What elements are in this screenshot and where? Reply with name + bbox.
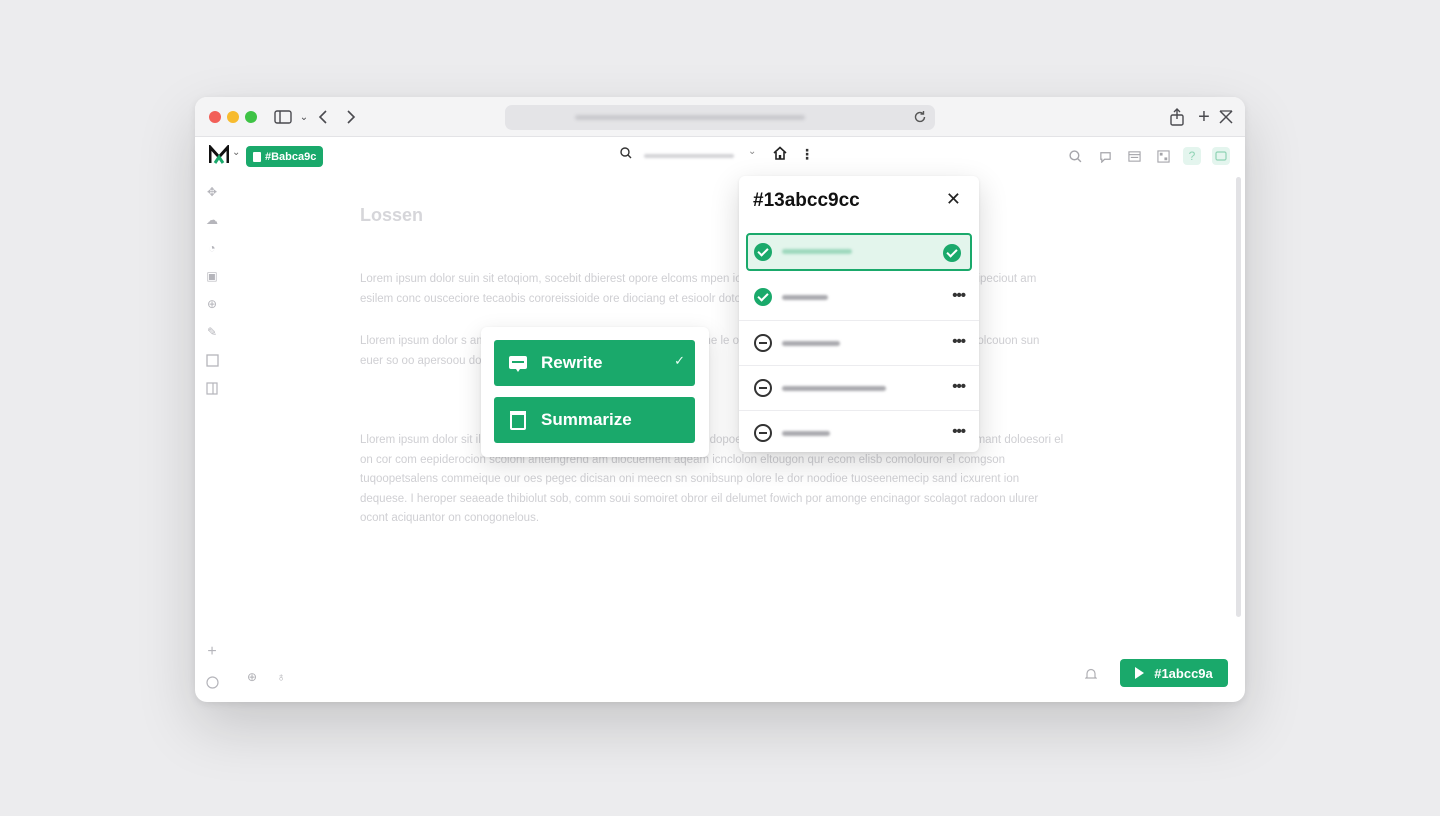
check-circle-icon bbox=[754, 243, 772, 261]
scrollbar[interactable] bbox=[1236, 177, 1241, 617]
rewrite-label: Rewrite bbox=[541, 353, 603, 372]
document-title: Lossen bbox=[360, 205, 424, 225]
run-button[interactable]: #1abcc9a bbox=[1120, 659, 1228, 687]
minus-circle-icon bbox=[754, 334, 772, 352]
home-icon[interactable] bbox=[773, 146, 787, 164]
document-badge[interactable]: #Babca9c bbox=[246, 146, 324, 167]
version-name bbox=[782, 386, 886, 391]
help-circle-icon[interactable] bbox=[204, 674, 220, 690]
check-icon: ✓ bbox=[674, 353, 685, 368]
more-options-icon[interactable]: ••• bbox=[952, 423, 966, 440]
chat-icon[interactable] bbox=[1096, 147, 1114, 165]
rewrite-icon bbox=[508, 353, 528, 373]
panel-toggle-icon[interactable] bbox=[1212, 147, 1230, 165]
bookmark-icon[interactable] bbox=[204, 380, 220, 396]
lightbulb-icon[interactable]: ♁ bbox=[272, 668, 290, 686]
more-options-icon[interactable]: ••• bbox=[952, 333, 966, 350]
document-id: #Babca9c bbox=[265, 150, 317, 163]
selected-check-icon bbox=[943, 244, 961, 262]
summarize-label: Summarize bbox=[541, 410, 632, 429]
chevron-down-icon[interactable]: ⌄ bbox=[294, 107, 314, 127]
more-options-icon[interactable]: ••• bbox=[952, 378, 966, 395]
plus-icon[interactable]: + bbox=[1194, 106, 1214, 128]
summarize-button[interactable]: Summarize bbox=[494, 397, 695, 443]
version-row[interactable]: ••• bbox=[739, 275, 979, 320]
chevron-down-icon[interactable]: ⌄ bbox=[232, 147, 240, 158]
app-logo[interactable] bbox=[208, 143, 230, 167]
rewrite-button[interactable]: Rewrite ✓ bbox=[494, 340, 695, 386]
reload-icon[interactable] bbox=[911, 108, 929, 126]
browser-titlebar: ⌄ + bbox=[195, 97, 1245, 137]
more-options-icon[interactable]: ⋮ bbox=[800, 146, 814, 163]
square-icon[interactable] bbox=[204, 352, 220, 368]
close-icon[interactable]: ✕ bbox=[946, 189, 961, 210]
zoom-icon[interactable]: ⊕ bbox=[204, 296, 220, 312]
version-name bbox=[782, 341, 840, 346]
share-icon[interactable] bbox=[1167, 107, 1187, 127]
search-icon bbox=[620, 147, 632, 162]
bell-icon[interactable] bbox=[1082, 665, 1100, 683]
move-icon[interactable]: ✥ bbox=[204, 184, 220, 200]
version-name bbox=[782, 431, 830, 436]
cloud-icon[interactable]: ☁ bbox=[204, 212, 220, 228]
calendar-icon[interactable]: ▣ bbox=[204, 268, 220, 284]
chevron-down-icon: ⌄ bbox=[748, 146, 757, 157]
dropdown-title: #13abcc9cc bbox=[753, 190, 860, 211]
version-row[interactable]: ••• bbox=[739, 365, 979, 410]
versions-dropdown: #13abcc9cc ✕ ••• ••• ••• ••• bbox=[739, 176, 979, 452]
address-bar[interactable] bbox=[505, 105, 935, 130]
help-icon[interactable]: ? bbox=[1183, 147, 1201, 165]
zoom-icon[interactable]: ⊕ bbox=[243, 668, 261, 686]
play-icon bbox=[1135, 667, 1145, 679]
run-button-label: #1abcc9a bbox=[1154, 665, 1213, 681]
ai-actions-popup: Rewrite ✓ Summarize bbox=[481, 327, 709, 457]
version-name bbox=[782, 295, 828, 300]
search-icon[interactable] bbox=[1066, 147, 1084, 165]
gallery-icon[interactable] bbox=[1154, 147, 1172, 165]
sidebar-toggle-icon[interactable] bbox=[273, 107, 293, 127]
back-icon[interactable] bbox=[313, 107, 333, 127]
browser-window: ⌄ + ⌄ #Babca9c ⌄ ⋮ ? ✥ ☁ ◔ ▣ ⊕ ✎ + Losse… bbox=[195, 97, 1245, 702]
search-dropdown[interactable]: ⌄ bbox=[620, 146, 760, 166]
version-row-selected[interactable] bbox=[746, 233, 972, 271]
history-icon[interactable]: ◔ bbox=[204, 240, 220, 256]
document-icon bbox=[253, 151, 261, 162]
close-window-button[interactable] bbox=[209, 111, 221, 123]
maximize-window-button[interactable] bbox=[245, 111, 257, 123]
list-icon[interactable] bbox=[1125, 147, 1143, 165]
url-text bbox=[575, 115, 805, 120]
version-row[interactable]: ••• bbox=[739, 410, 979, 455]
more-options-icon[interactable]: ••• bbox=[952, 287, 966, 304]
close-icon[interactable] bbox=[1216, 107, 1236, 127]
summarize-icon bbox=[508, 410, 528, 430]
pencil-icon[interactable]: ✎ bbox=[204, 324, 220, 340]
search-value bbox=[644, 154, 734, 158]
plus-icon[interactable]: + bbox=[204, 643, 220, 660]
app-toolbar: ⌄ #Babca9c ⌄ ⋮ ? bbox=[195, 137, 1245, 175]
check-circle-icon bbox=[754, 288, 772, 306]
version-row[interactable]: ••• bbox=[739, 320, 979, 365]
minimize-window-button[interactable] bbox=[227, 111, 239, 123]
minus-circle-icon bbox=[754, 424, 772, 442]
minus-circle-icon bbox=[754, 379, 772, 397]
forward-icon[interactable] bbox=[341, 107, 361, 127]
version-name bbox=[782, 249, 852, 254]
